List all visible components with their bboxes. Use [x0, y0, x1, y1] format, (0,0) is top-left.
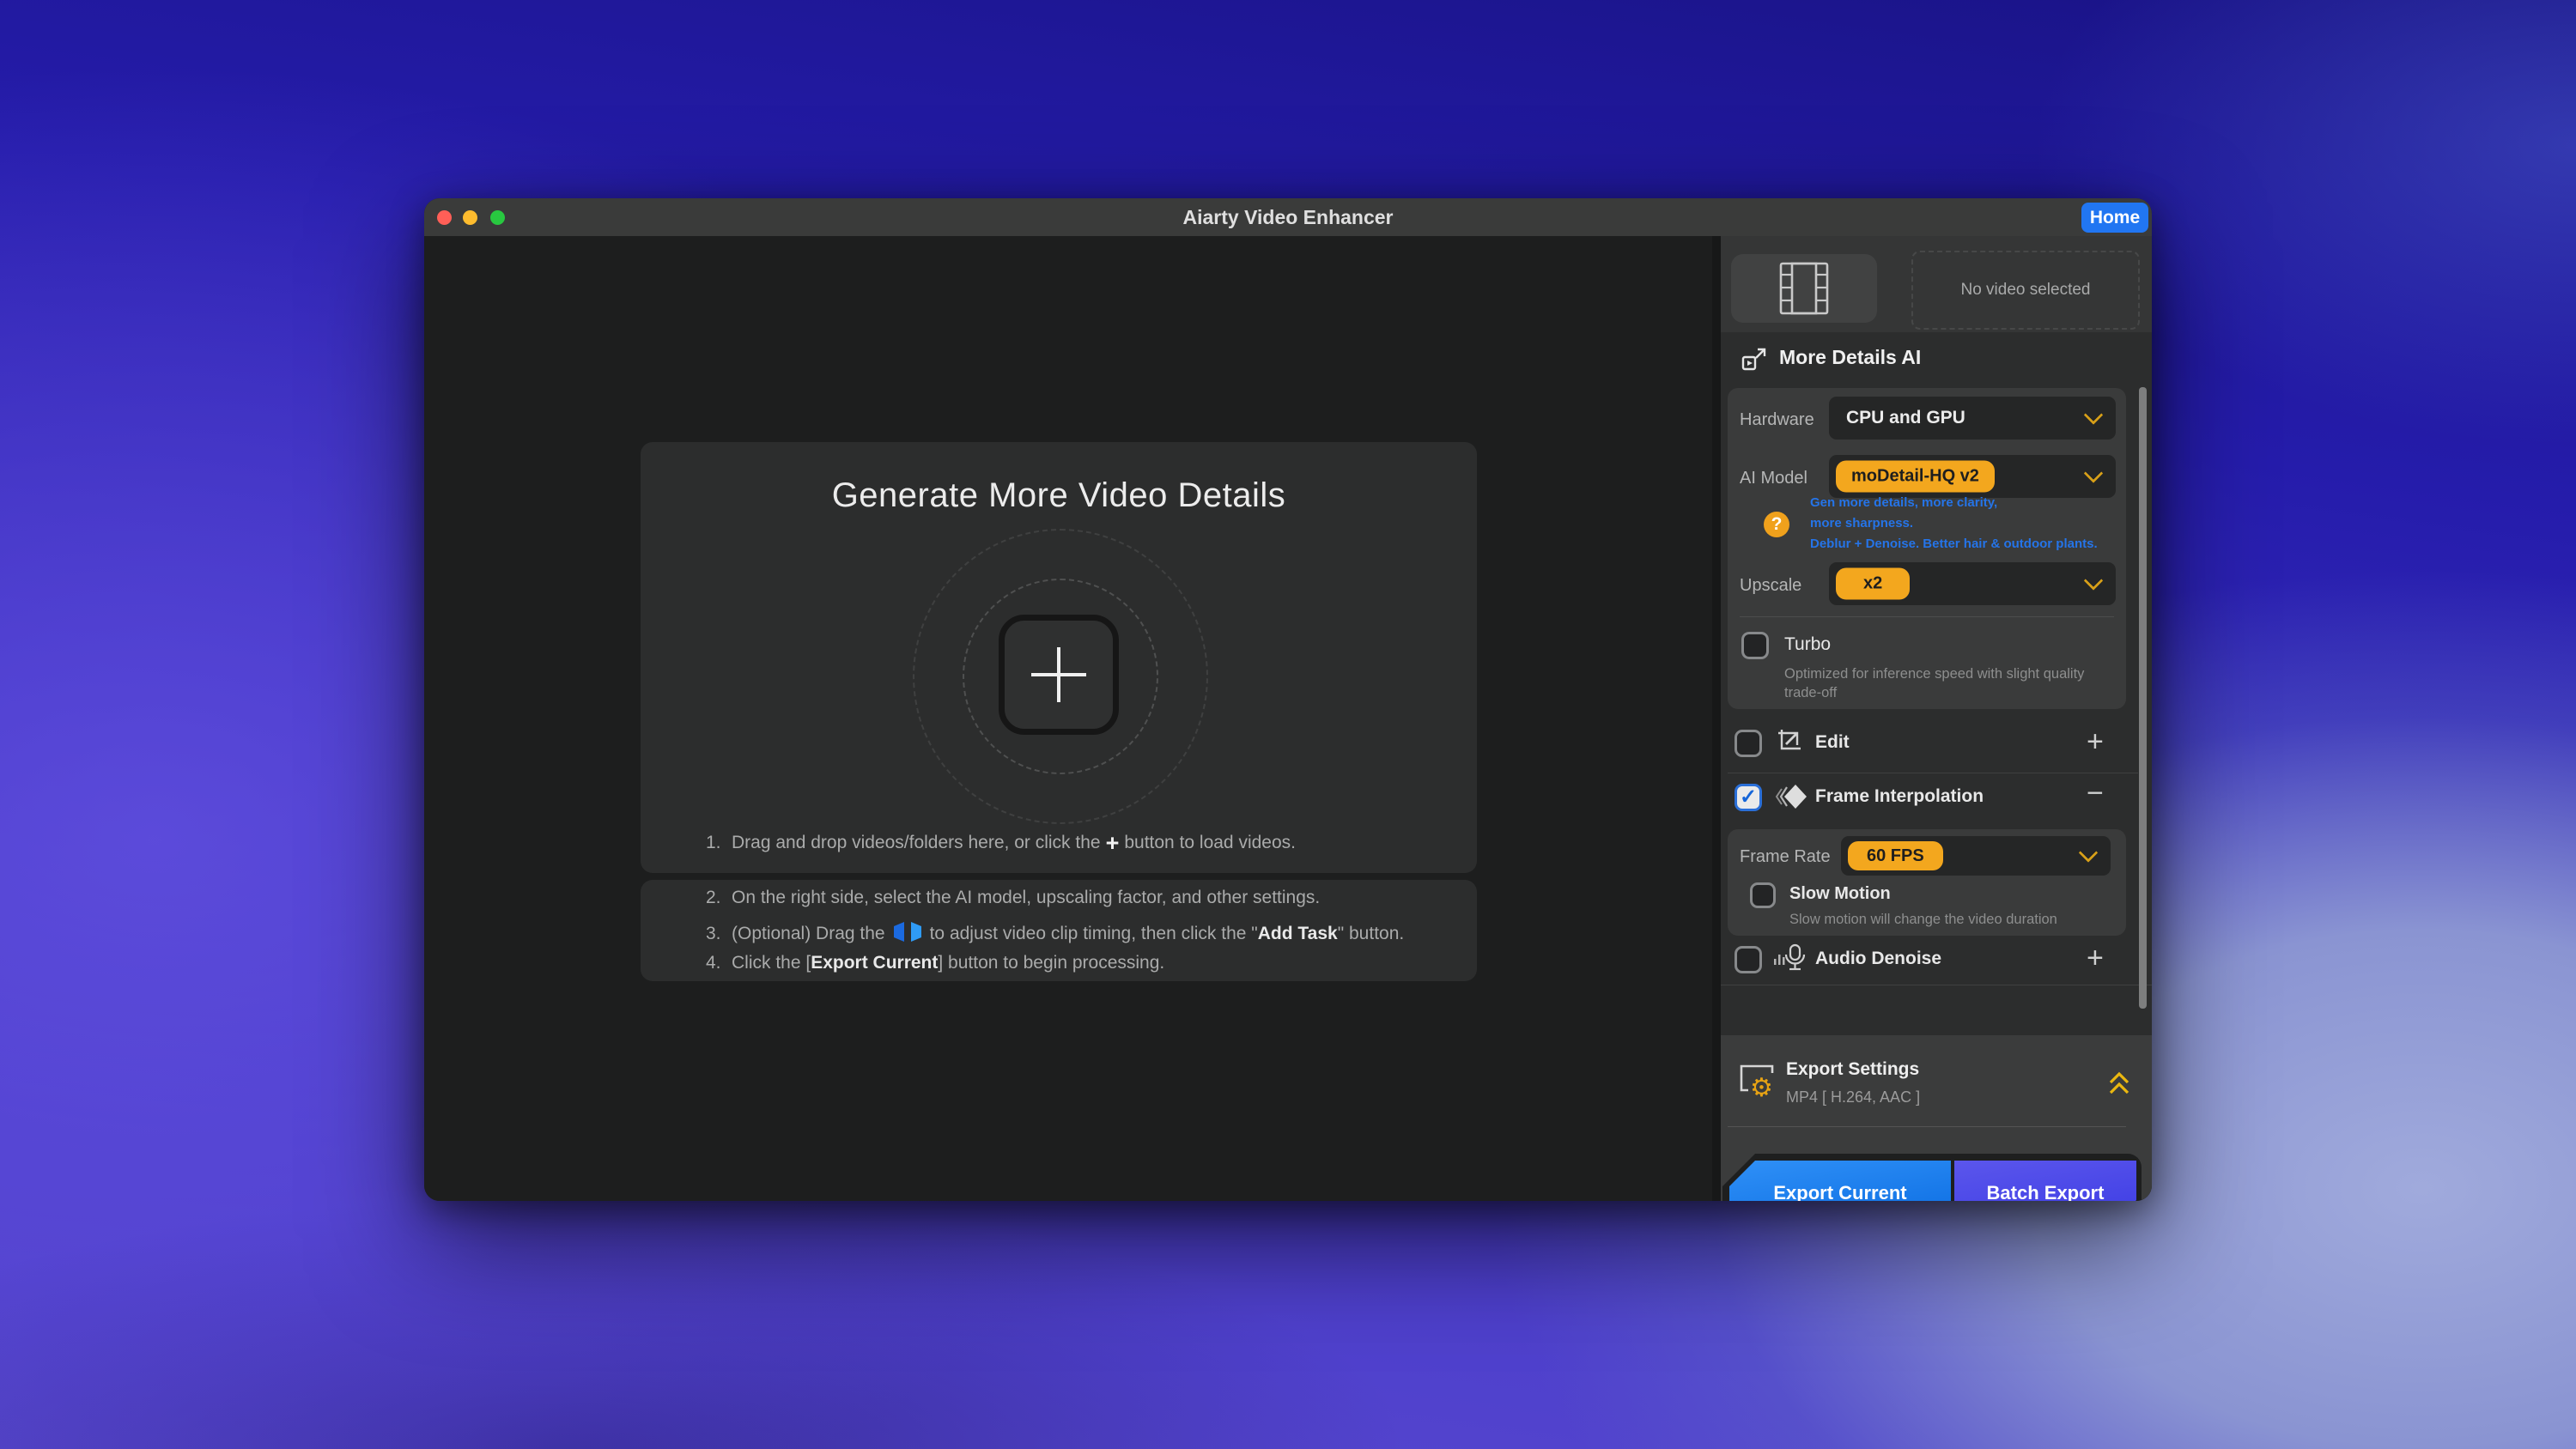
frame-interpolation-collapse-button[interactable]: −: [2087, 780, 2104, 806]
step-text: (Optional) Drag the: [732, 924, 885, 943]
more-details-ai-icon: [1741, 346, 1767, 372]
sidebar-scrollbar[interactable]: [2139, 387, 2147, 1009]
step-text-bold: Export Current: [811, 953, 938, 973]
step-text: Click the [: [732, 953, 811, 973]
step-text: On the right side, select the AI model, …: [732, 888, 1320, 907]
chevron-down-icon: [2084, 464, 2104, 483]
frame-interpolation-icon: [1774, 783, 1808, 810]
model-help-line: Deblur + Denoise. Better hair & outdoor …: [1810, 534, 2098, 555]
step-number: 1.: [706, 833, 732, 853]
upscale-select[interactable]: x2: [1829, 562, 2116, 605]
frame-interpolation-checkbox[interactable]: ✓: [1735, 784, 1762, 811]
chevrons-up-icon[interactable]: [2107, 1070, 2131, 1099]
video-preview-section: No video selected: [1721, 236, 2152, 332]
instructions-panel: 2.On the right side, select the AI model…: [641, 880, 1477, 981]
home-button[interactable]: Home: [2081, 203, 2148, 233]
desktop-wallpaper: Aiarty Video Enhancer Home Generate More…: [0, 0, 2576, 1449]
batch-export-button[interactable]: Batch Export: [1954, 1161, 2136, 1201]
hardware-select[interactable]: CPU and GPU: [1829, 397, 2116, 440]
trim-handles-icon: [892, 920, 923, 943]
audio-denoise-label: Audio Denoise: [1815, 949, 1941, 969]
add-video-button[interactable]: [999, 615, 1119, 735]
slow-motion-checkbox[interactable]: [1750, 882, 1776, 908]
export-buttons-container: Export Current Batch Export: [1722, 1154, 2142, 1201]
audio-denoise-icon: [1772, 942, 1807, 974]
ai-model-value-badge: moDetail-HQ v2: [1836, 461, 1995, 493]
step-text: button to load videos.: [1124, 833, 1296, 852]
no-video-drop-area: No video selected: [1911, 251, 2140, 330]
no-video-label: No video selected: [1960, 281, 2090, 300]
drop-zone-panel[interactable]: Generate More Video Details 1.Drag and d…: [641, 442, 1477, 873]
divider: [1728, 1126, 2126, 1127]
step-number: 4.: [706, 953, 732, 973]
export-format-value: MP4 [ H.264, AAC ]: [1786, 1088, 1920, 1106]
step-number: 2.: [706, 888, 732, 908]
step-text: Drag and drop videos/folders here, or cl…: [732, 833, 1101, 852]
main-area: Generate More Video Details 1.Drag and d…: [424, 236, 1721, 1201]
hardware-value: CPU and GPU: [1846, 397, 1965, 440]
instruction-step-3: 3.(Optional) Drag the to adjust video cli…: [706, 920, 1404, 944]
export-section: ⚙ Export Settings MP4 [ H.264, AAC ] Exp…: [1721, 1035, 2152, 1201]
ai-settings-card: Hardware CPU and GPU AI Model moDetail-H…: [1728, 388, 2126, 709]
edit-expand-button[interactable]: +: [2087, 729, 2104, 755]
step-text: " button.: [1338, 924, 1405, 943]
app-window: Aiarty Video Enhancer Home Generate More…: [424, 198, 2152, 1201]
step-number: 3.: [706, 924, 732, 944]
model-help-line: Gen more details, more clarity,: [1810, 493, 1997, 513]
turbo-label: Turbo: [1784, 634, 1831, 655]
upscale-label: Upscale: [1740, 576, 1801, 596]
step-text-bold: Add Task: [1258, 924, 1338, 943]
export-current-button[interactable]: Export Current: [1729, 1161, 1951, 1201]
section-title: More Details AI: [1779, 346, 1921, 369]
export-settings-icon: ⚙: [1736, 1061, 1777, 1095]
settings-sidebar: No video selected More Details AI Hardwa…: [1721, 236, 2152, 1201]
gear-icon: ⚙: [1750, 1073, 1773, 1103]
audio-denoise-checkbox[interactable]: [1735, 946, 1762, 973]
turbo-description: Optimized for inference speed with sligh…: [1784, 664, 2102, 702]
chevron-down-icon: [2084, 405, 2104, 425]
slow-motion-label: Slow Motion: [1789, 884, 1891, 904]
video-thumbnail-placeholder: [1731, 254, 1877, 323]
film-strip-icon: [1779, 262, 1829, 315]
frame-rate-label: Frame Rate: [1740, 847, 1831, 867]
help-icon[interactable]: ?: [1764, 512, 1789, 537]
page-title: Generate More Video Details: [641, 476, 1477, 515]
chevron-down-icon: [2084, 571, 2104, 591]
instruction-step-4: 4.Click the [Export Current] button to b…: [706, 953, 1164, 973]
audio-denoise-expand-button[interactable]: +: [2087, 945, 2104, 971]
divider: [1740, 616, 2114, 617]
step-text: ] button to begin processing.: [938, 953, 1164, 973]
checkmark-icon: ✓: [1740, 785, 1757, 809]
model-help-line: more sharpness.: [1810, 513, 1913, 534]
edit-icon: [1776, 727, 1803, 755]
hardware-label: Hardware: [1740, 410, 1814, 430]
step-text: to adjust video clip timing, then click …: [930, 924, 1258, 943]
upscale-value-badge: x2: [1836, 568, 1910, 600]
edit-label: Edit: [1815, 732, 1850, 753]
chevron-down-icon: [2079, 843, 2099, 863]
ai-model-select[interactable]: moDetail-HQ v2: [1829, 455, 2116, 498]
ai-model-label: AI Model: [1740, 469, 1807, 488]
titlebar: Aiarty Video Enhancer Home: [424, 198, 2152, 237]
frame-rate-value-badge: 60 FPS: [1848, 841, 1943, 870]
edit-checkbox[interactable]: [1735, 730, 1762, 757]
frame-rate-card: Frame Rate 60 FPS Slow Motion Slow motio…: [1728, 829, 2126, 936]
plus-icon: +: [1101, 830, 1125, 856]
slow-motion-description: Slow motion will change the video durati…: [1789, 910, 2116, 929]
turbo-checkbox[interactable]: [1741, 632, 1769, 659]
window-title: Aiarty Video Enhancer: [424, 198, 2152, 236]
export-settings-title[interactable]: Export Settings: [1786, 1059, 1919, 1080]
instruction-step-2: 2.On the right side, select the AI model…: [706, 888, 1320, 908]
frame-interpolation-label: Frame Interpolation: [1815, 786, 1984, 807]
frame-rate-select[interactable]: 60 FPS: [1841, 836, 2111, 876]
instruction-step-1: 1.Drag and drop videos/folders here, or …: [706, 830, 1296, 857]
